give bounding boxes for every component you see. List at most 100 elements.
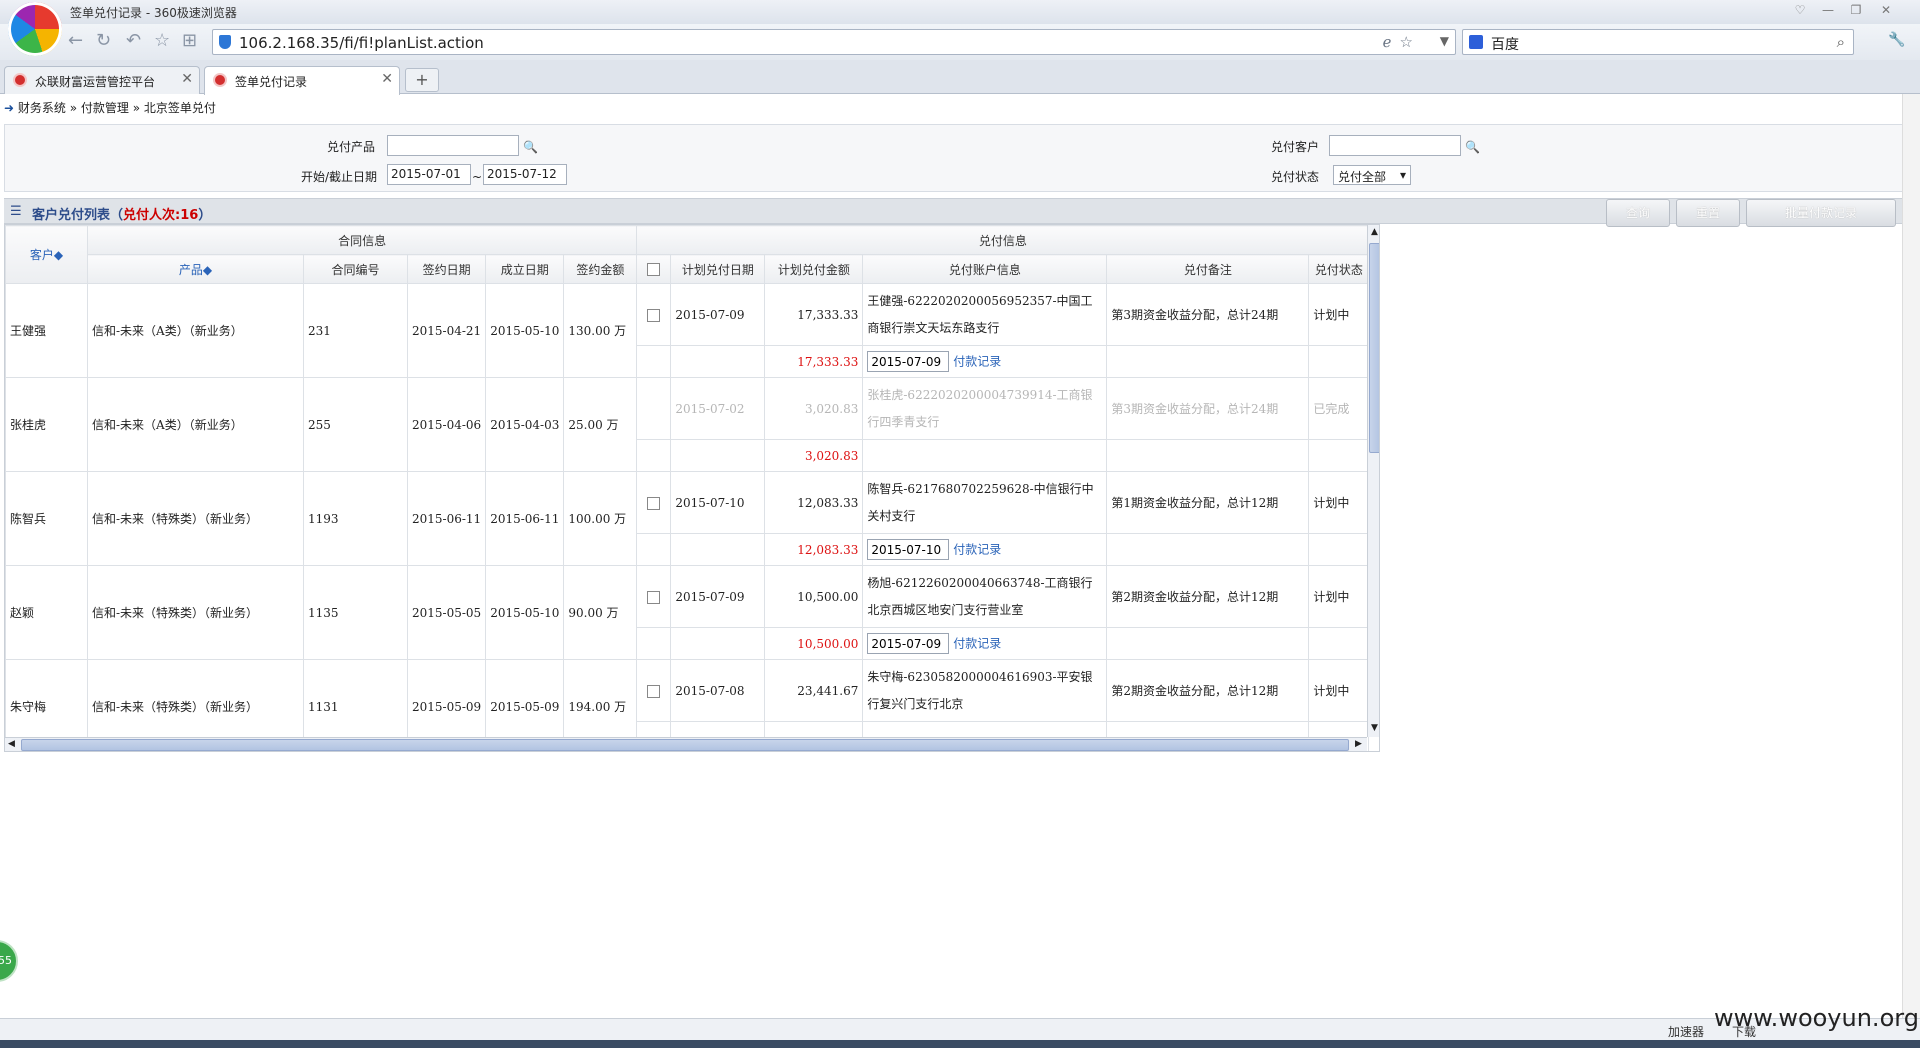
- tab-platform[interactable]: 众联财富运营管控平台 ✕: [4, 66, 200, 94]
- col-customer[interactable]: 客户◆: [5, 225, 88, 284]
- address-url[interactable]: 106.2.168.35/fi/fi!planList.action: [239, 34, 484, 52]
- bookmark-star-icon[interactable]: ☆: [1400, 33, 1421, 51]
- cell-sign-date: 2015-04-06: [406, 377, 487, 472]
- list-title: 客户兑付列表（: [32, 208, 124, 223]
- cell-account: 杨旭-6212260200040663748-工商银行北京西城区地安门支行营业室: [862, 565, 1108, 628]
- pay-date-input[interactable]: [867, 633, 950, 654]
- breadcrumb-item[interactable]: » 北京签单兑付: [133, 101, 216, 115]
- scroll-right-icon[interactable]: ▶: [1355, 739, 1362, 749]
- navigation-bar: ← ↻ ↶ ☆ ⊞ 106.2.168.35/fi/fi!planList.ac…: [0, 24, 1920, 60]
- cell-plan-date: 2015-07-10: [670, 471, 766, 534]
- payment-record-link[interactable]: 付款记录: [953, 637, 1001, 651]
- scroll-down-icon[interactable]: ▼: [1371, 723, 1378, 733]
- undo-close-icon[interactable]: ↶: [126, 32, 141, 50]
- cell-found-date: 2015-06-11: [485, 471, 565, 566]
- cell-status: 已完成: [1308, 377, 1370, 440]
- end-date-input[interactable]: 2015-07-12: [483, 164, 567, 185]
- col-product[interactable]: 产品◆: [87, 254, 304, 284]
- breadcrumb-item[interactable]: » 付款管理: [70, 101, 129, 115]
- horizontal-scrollbar[interactable]: ◀ ▶: [5, 737, 1367, 751]
- reset-button[interactable]: 重置: [1676, 199, 1740, 227]
- status-bar: 加速器 下载: [0, 1018, 1920, 1040]
- cell-pay-action: [862, 439, 1108, 472]
- page-scrollbar[interactable]: [1902, 94, 1920, 1020]
- query-button[interactable]: 查询: [1606, 199, 1670, 227]
- new-tab-button[interactable]: +: [405, 68, 439, 92]
- row-checkbox[interactable]: [647, 590, 661, 604]
- select-all-checkbox[interactable]: [647, 263, 661, 276]
- payment-record-link[interactable]: 付款记录: [953, 543, 1001, 557]
- cell-plan-date: 2015-07-02: [670, 377, 766, 440]
- tools-wrench-icon[interactable]: 🔧: [1888, 32, 1905, 48]
- floating-speed-badge[interactable]: 55: [0, 940, 18, 982]
- batch-payment-button[interactable]: 批量付款记录: [1746, 199, 1896, 227]
- pay-date-input[interactable]: [867, 351, 950, 372]
- start-date-input[interactable]: 2015-07-01: [387, 164, 471, 185]
- cell-plan-date: 2015-07-09: [670, 565, 766, 628]
- skin-icon[interactable]: ♡: [1790, 2, 1810, 18]
- scroll-up-icon[interactable]: ▲: [1371, 227, 1378, 237]
- search-bar[interactable]: 百度 ⌕: [1462, 29, 1854, 55]
- col-status: 兑付状态: [1308, 254, 1370, 284]
- address-dropdown-icon[interactable]: ▼: [1440, 34, 1449, 48]
- watermark: www.wooyun.org: [1714, 1004, 1919, 1032]
- table-row: 王健强 信和-未来（A类）（新业务） 231 2015-04-21 2015-05-10…: [5, 283, 1370, 378]
- apps-grid-icon[interactable]: ⊞: [182, 32, 197, 50]
- cell-account: 王健强-6222020200056952357-中国工商银行崇文天坛东路支行: [862, 283, 1108, 346]
- col-found-date: 成立日期: [485, 254, 565, 284]
- col-remark: 兑付备注: [1106, 254, 1310, 284]
- favorites-icon[interactable]: ☆: [154, 32, 170, 50]
- row-checkbox[interactable]: [647, 684, 661, 698]
- close-window-icon[interactable]: ✕: [1876, 2, 1896, 18]
- ie-mode-icon[interactable]: ℯ: [1383, 33, 1400, 51]
- tab-bar: 众联财富运营管控平台 ✕ 签单兑付记录 ✕ +: [0, 60, 1920, 95]
- cell-amount: 130.00 万: [563, 283, 638, 378]
- tab-label: 众联财富运营管控平台: [35, 75, 156, 89]
- cell-pay-action: 付款记录: [862, 533, 1108, 566]
- cell-customer: 王健强: [5, 283, 88, 378]
- cell-account: 朱守梅-6230582000004616903-平安银行复兴门支行北京: [862, 659, 1108, 722]
- pay-date-input[interactable]: [867, 539, 950, 560]
- vertical-scrollbar[interactable]: ▲ ▼: [1367, 225, 1379, 737]
- maximize-icon[interactable]: ❐: [1846, 2, 1866, 18]
- site-icon: [213, 73, 227, 87]
- customer-filter-input[interactable]: [1329, 135, 1461, 156]
- product-search-icon[interactable]: 🔍: [523, 140, 538, 154]
- table-row: 张桂虎 信和-未来（A类）（新业务） 255 2015-04-06 2015-04-03…: [5, 377, 1370, 472]
- cell-customer: 赵颖: [5, 565, 88, 660]
- cell-product: 信和-未来（A类）（新业务）: [87, 377, 304, 472]
- status-select[interactable]: 兑付全部 ▾: [1333, 165, 1411, 185]
- cell-amount: 100.00 万: [563, 471, 638, 566]
- refresh-icon[interactable]: ↻: [96, 32, 111, 50]
- payment-table: 客户◆ 合同信息 兑付信息 产品◆ 合同编号 签约日期 成立日期 签约金额 计划…: [5, 225, 1370, 751]
- vertical-scroll-thumb[interactable]: [1369, 243, 1379, 453]
- horizontal-scroll-thumb[interactable]: [21, 739, 1349, 751]
- payment-record-link[interactable]: 付款记录: [953, 355, 1001, 369]
- cell-customer: 陈智兵: [5, 471, 88, 566]
- filter-panel: 兑付产品 🔍 开始/截止日期 2015-07-01 ~ 2015-07-12 兑…: [4, 124, 1904, 192]
- cell-pay-action: 付款记录: [862, 345, 1108, 378]
- breadcrumb: ➜ 财务系统 » 付款管理 » 北京签单兑付: [4, 99, 216, 116]
- tab-payment-records[interactable]: 签单兑付记录 ✕: [204, 66, 400, 95]
- group-contract-info: 合同信息: [86, 225, 638, 255]
- cell-plan-amount: 10,500.00: [764, 565, 864, 628]
- customer-search-icon[interactable]: 🔍: [1465, 140, 1480, 154]
- back-icon[interactable]: ←: [68, 32, 83, 50]
- window-titlebar: 签单兑付记录 - 360极速浏览器 ♡ — ❐ ✕: [0, 0, 1920, 24]
- breadcrumb-item[interactable]: 财务系统: [18, 101, 66, 115]
- cell-plan-amount: 3,020.83: [764, 377, 864, 440]
- cell-found-date: 2015-05-10: [485, 565, 565, 660]
- search-icon[interactable]: ⌕: [1837, 33, 1845, 51]
- accelerator-button[interactable]: 加速器: [1668, 1023, 1704, 1040]
- cell-remark: 第2期资金收益分配，总计12期: [1106, 659, 1310, 722]
- close-tab-icon[interactable]: ✕: [181, 71, 193, 87]
- close-tab-icon[interactable]: ✕: [381, 71, 393, 87]
- scroll-left-icon[interactable]: ◀: [8, 739, 15, 749]
- row-checkbox[interactable]: [647, 496, 661, 510]
- cell-contract-no: 1135: [303, 565, 408, 660]
- row-checkbox[interactable]: [647, 308, 661, 322]
- address-bar[interactable]: 106.2.168.35/fi/fi!planList.action ℯ☆ ▼: [212, 29, 1456, 55]
- group-payment-info: 兑付信息: [636, 225, 1370, 255]
- minimize-icon[interactable]: —: [1818, 2, 1838, 18]
- product-filter-input[interactable]: [387, 135, 519, 156]
